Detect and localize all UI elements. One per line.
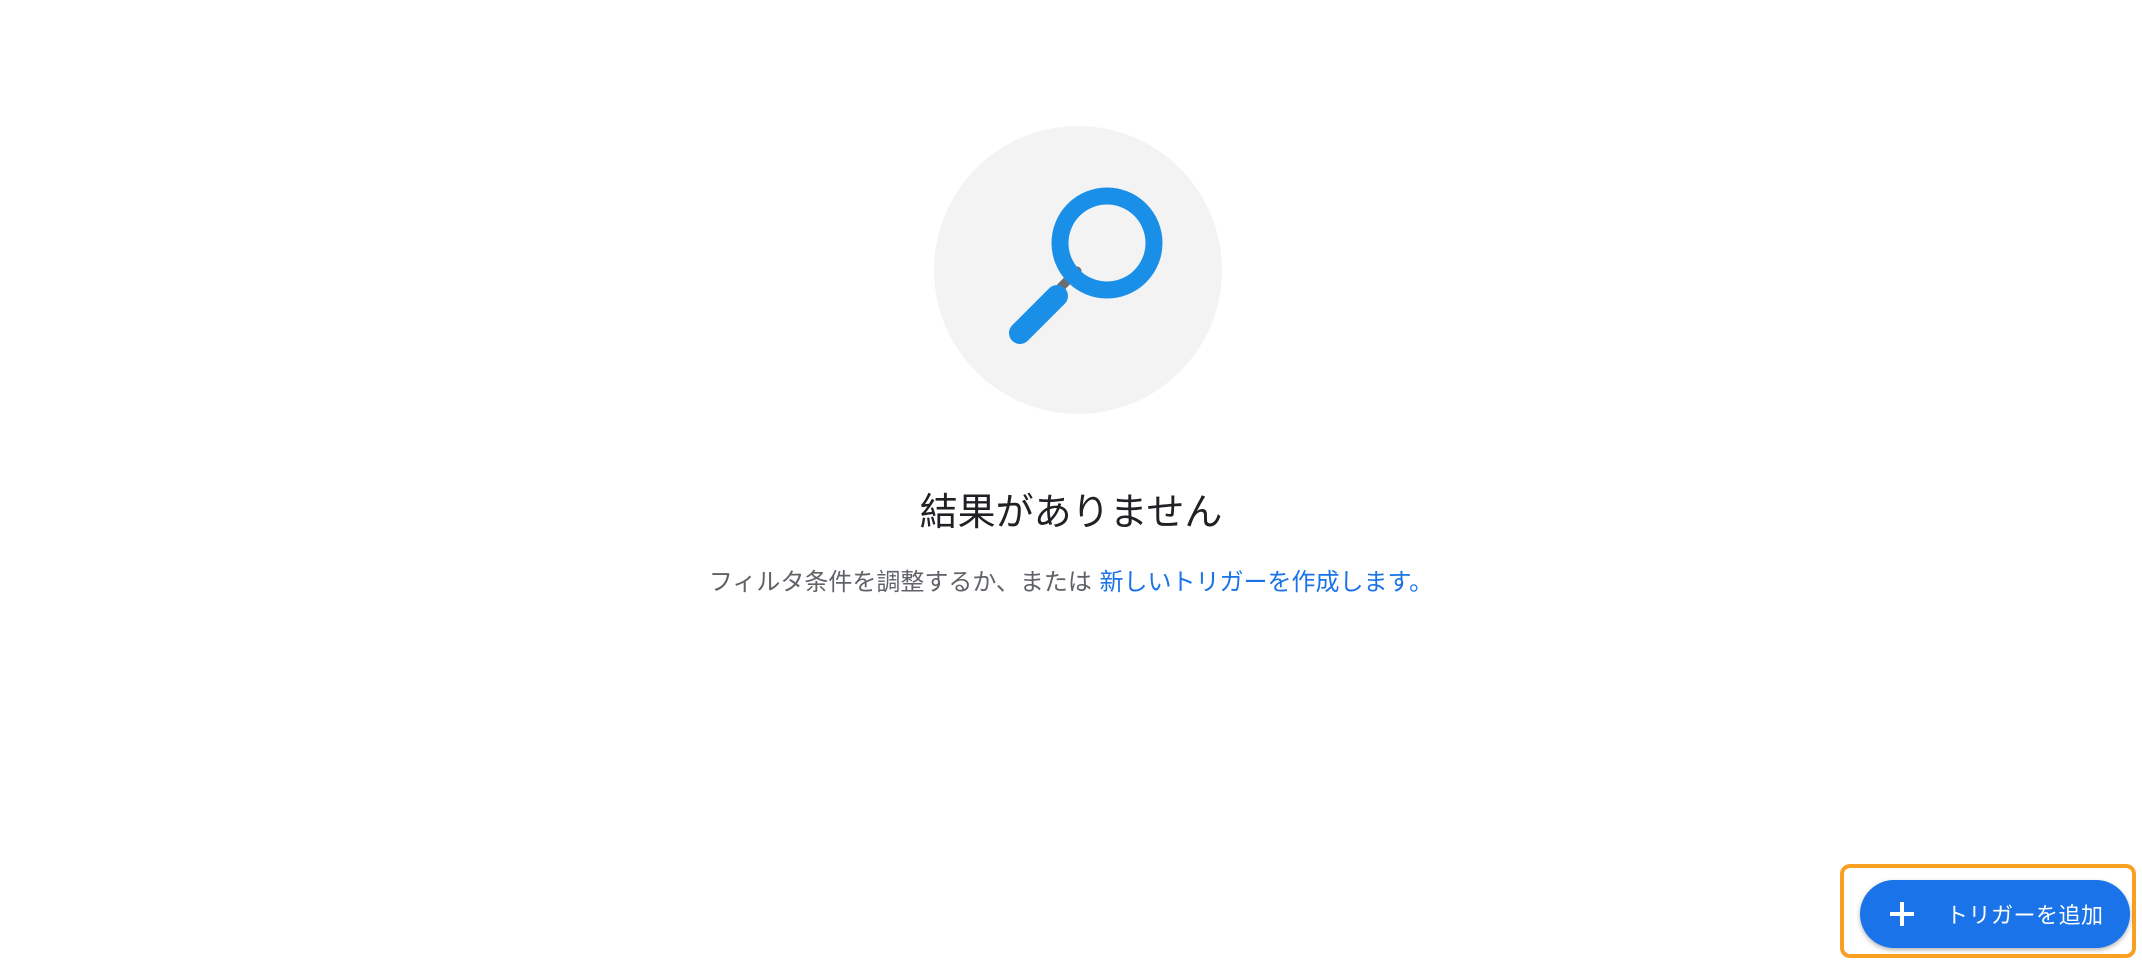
empty-state-description: フィルタ条件を調整するか、または 新しいトリガーを作成します。 bbox=[0, 564, 2142, 600]
empty-state-title: 結果がありません bbox=[919, 490, 1223, 534]
plus-icon bbox=[1888, 900, 1916, 928]
add-trigger-label: トリガーを追加 bbox=[1946, 904, 2104, 929]
magnifier-icon bbox=[1009, 187, 1163, 344]
create-trigger-link[interactable]: 新しいトリガーを作成します bbox=[1100, 568, 1410, 596]
description-period: 。 bbox=[1409, 568, 1434, 596]
page: 結果がありません フィルタ条件を調整するか、または 新しいトリガーを作成します。… bbox=[0, 0, 2142, 966]
description-text: フィルタ条件を調整するか、または bbox=[708, 568, 1092, 596]
no-results-illustration bbox=[934, 126, 1222, 414]
add-trigger-button[interactable]: トリガーを追加 bbox=[1860, 880, 2130, 948]
